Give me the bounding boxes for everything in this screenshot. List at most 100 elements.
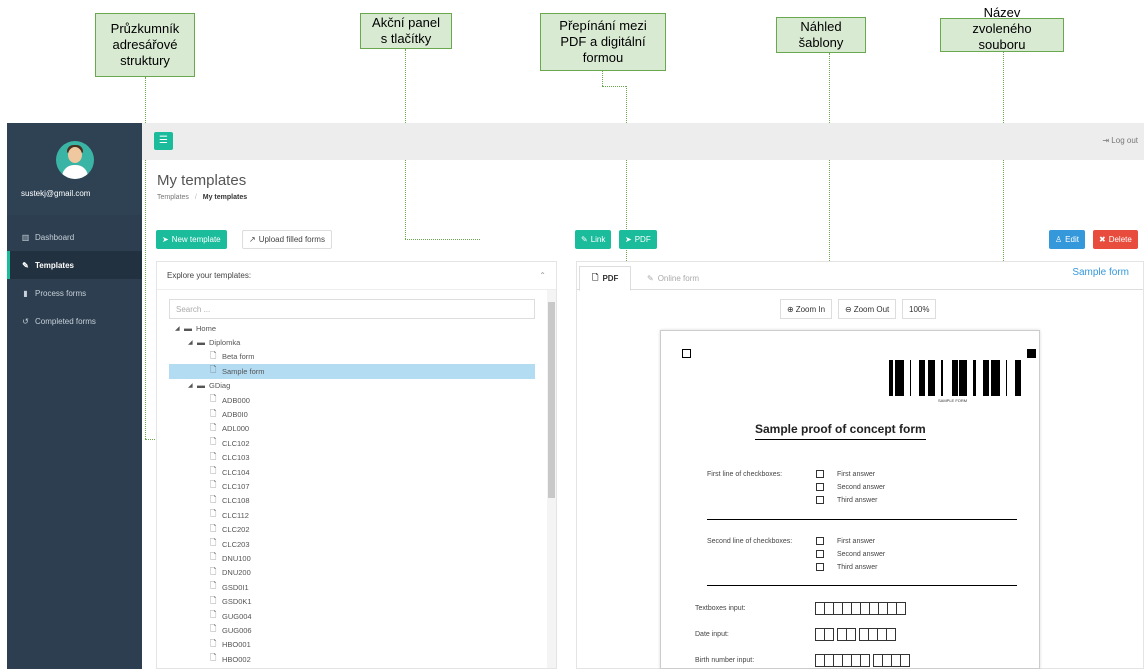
link-button[interactable]: ✎ Link: [575, 230, 612, 249]
barcode-bar: [1006, 360, 1007, 396]
preview-tabs: 🗋 PDF ✎ Online form Sample form: [577, 262, 1143, 291]
tree-item-label: GDiag: [209, 381, 231, 391]
barcode-bar: [988, 360, 989, 396]
checkbox[interactable]: [816, 470, 824, 478]
chevron-up-icon[interactable]: ⌃: [539, 271, 546, 280]
file-icon: 🗋: [592, 272, 599, 282]
barcode-bar: [889, 360, 892, 396]
close-icon: ✖: [1099, 235, 1106, 244]
file-icon: 🗋: [210, 394, 217, 404]
tree-item[interactable]: 🗋 CLC107: [169, 479, 535, 493]
folder-icon: ▬: [197, 338, 205, 348]
file-icon: 🗋: [210, 509, 217, 519]
tree-item[interactable]: 🗋 GSD0I1: [169, 580, 535, 594]
checkbox[interactable]: [816, 563, 824, 571]
logout-link[interactable]: ⇥ Log out: [1102, 136, 1138, 145]
tree-item[interactable]: 🗋 ADB000: [169, 393, 535, 407]
barcode-bar: [1015, 360, 1018, 396]
tree-item[interactable]: 🗋 DNU100: [169, 551, 535, 565]
callout-switch: Přepínání mezi PDF a digitální formou: [540, 13, 666, 71]
tree-item[interactable]: 🗋 CLC103: [169, 451, 535, 465]
checkbox[interactable]: [816, 537, 824, 545]
tree-item[interactable]: 🗋 ADL000: [169, 422, 535, 436]
tree-item[interactable]: 🗋 GUG004: [169, 609, 535, 623]
upload-label: Upload filled forms: [258, 235, 325, 244]
tree-item-label: GSD0K1: [222, 597, 252, 607]
caret-down-icon[interactable]: ◢: [188, 382, 197, 389]
barcode-bar: [934, 360, 935, 396]
new-template-button[interactable]: ➤ New template: [156, 230, 227, 249]
date-input[interactable]: [815, 628, 896, 641]
pdf-button[interactable]: ➤ PDF: [619, 230, 657, 249]
barcode-bar: [961, 360, 964, 396]
menu-toggle-button[interactable]: ☰: [154, 132, 173, 150]
file-icon: 🗋: [210, 408, 217, 418]
birth-number-input[interactable]: [815, 654, 910, 667]
tree-item-label: Beta form: [222, 352, 255, 362]
breadcrumb-templates[interactable]: Templates: [157, 194, 189, 201]
tree-item[interactable]: 🗋 GSD0K1: [169, 594, 535, 608]
barcode-bar: [931, 360, 934, 396]
textboxes-input[interactable]: [815, 602, 906, 615]
tree-item-label: Sample form: [222, 366, 265, 376]
tree-item[interactable]: 🗋 CLC202: [169, 522, 535, 536]
barcode-bar: [1018, 360, 1019, 396]
barcode-bar: [955, 360, 958, 396]
tab-online-form[interactable]: ✎ Online form: [635, 266, 711, 291]
zoom-in-button[interactable]: ⊕ Zoom In: [780, 299, 833, 319]
sidebar-item-templates[interactable]: ✎ Templates: [7, 251, 142, 279]
tree-item-label: GUG004: [222, 611, 252, 621]
sidebar-item-dashboard[interactable]: ▥ Dashboard: [7, 223, 142, 251]
tree-item[interactable]: 🗋 Sample form: [169, 364, 535, 379]
search-input[interactable]: Search ...: [169, 299, 535, 319]
barcode-bar: [953, 360, 955, 396]
checkbox[interactable]: [816, 496, 824, 504]
edit-icon: ✎: [22, 260, 29, 270]
tree-item[interactable]: 🗋 HBO001: [169, 638, 535, 652]
tree-item[interactable]: 🗋 HBO002: [169, 652, 535, 666]
file-icon: 🗋: [210, 365, 217, 375]
tree-item[interactable]: 🗋 Beta form: [169, 350, 535, 364]
zoom-out-button[interactable]: ⊖ Zoom Out: [838, 299, 897, 319]
delete-button[interactable]: ✖ Delete: [1093, 230, 1138, 249]
tree-item[interactable]: 🗋 CLC203: [169, 537, 535, 551]
pdf-page: SAMPLE FORM Sample proof of concept form…: [660, 330, 1040, 669]
file-icon: 🗋: [210, 523, 217, 533]
explorer-scrollbar[interactable]: [547, 290, 556, 668]
chart-icon: ▥: [21, 232, 30, 242]
tree-item-label: HBO002: [222, 654, 251, 664]
sidebar-item-process-forms[interactable]: ▮ Process forms: [7, 279, 142, 307]
tree-item[interactable]: 🗋 CLC112: [169, 508, 535, 522]
scrollbar-thumb[interactable]: [548, 302, 555, 498]
tree-item-label: ADL000: [222, 424, 250, 434]
tab-pdf[interactable]: 🗋 PDF: [579, 266, 632, 291]
checkbox[interactable]: [816, 550, 824, 558]
sidebar-item-completed-forms[interactable]: ↺ Completed forms: [7, 307, 142, 335]
tree-item[interactable]: 🗋 CLC102: [169, 436, 535, 450]
file-icon: 🗋: [210, 422, 217, 432]
logout-label: Log out: [1111, 136, 1138, 145]
tree-item[interactable]: 🗋 CLC108: [169, 494, 535, 508]
barcode-bar: [994, 360, 995, 396]
checkbox[interactable]: [816, 483, 824, 491]
upload-forms-button[interactable]: ↗ Upload filled forms: [242, 230, 332, 249]
caret-down-icon[interactable]: ◢: [175, 325, 184, 332]
caret-down-icon[interactable]: ◢: [188, 339, 197, 346]
barcode-bar: [991, 360, 994, 396]
file-icon: 🗋: [210, 480, 217, 490]
tree-item[interactable]: 🗋 ADB0I0: [169, 407, 535, 421]
avatar[interactable]: [55, 141, 94, 179]
edit-button[interactable]: ♙ Edit: [1049, 230, 1085, 249]
tab-pdf-label: PDF: [602, 274, 619, 283]
callout-filename: Název zvoleného souboru: [940, 5, 1064, 52]
tree-item[interactable]: 🗋 CLC104: [169, 465, 535, 479]
tree-item[interactable]: 🗋 DNU200: [169, 566, 535, 580]
barcode-bar: [901, 360, 904, 396]
tree-item-label: CLC202: [222, 525, 250, 535]
barcode-bar: [899, 360, 901, 396]
tree-item[interactable]: 🗋 GUG006: [169, 623, 535, 637]
barcode-bar: [898, 360, 899, 396]
tree-item[interactable]: ◢ ▬ Diplomka: [169, 335, 535, 349]
tree-item[interactable]: ◢ ▬ Home: [169, 321, 535, 335]
tree-item[interactable]: ◢ ▬ GDiag: [169, 379, 535, 393]
